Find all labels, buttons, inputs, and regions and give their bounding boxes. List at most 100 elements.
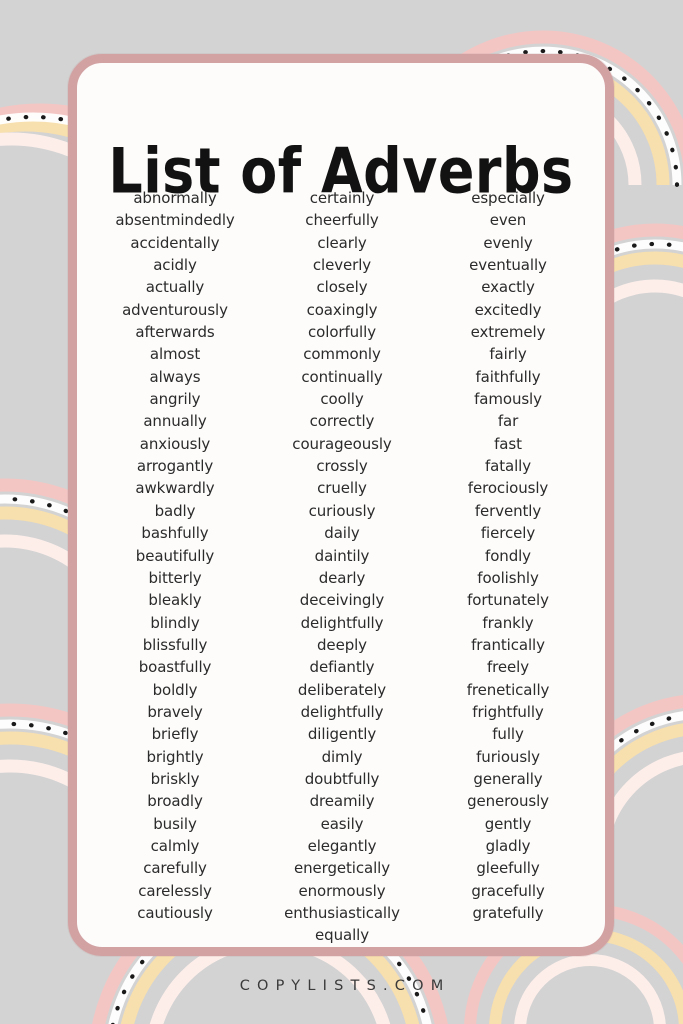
adverb-item: badly (154, 501, 196, 520)
adverb-item: doubtfully (304, 769, 380, 788)
adverb-item: almost (149, 345, 201, 364)
adverb-item: carelessly (138, 881, 212, 900)
adverb-item: abnormally (133, 189, 217, 207)
adverb-item: cruelly (317, 479, 367, 498)
adverb-item: generally (473, 769, 543, 788)
adverb-item: cautiously (137, 904, 213, 922)
adverb-item: especially (471, 189, 545, 207)
adverb-item: certainly (309, 189, 375, 207)
adverb-item: arrogantly (136, 457, 214, 476)
adverb-item: blissfully (142, 635, 208, 654)
adverb-item: fast (494, 434, 522, 453)
adverb-item: ferociously (467, 479, 549, 498)
adverb-item: coaxingly (306, 300, 378, 319)
adverb-item: bravely (147, 702, 203, 721)
adverb-item: briskly (150, 769, 200, 788)
adverb-item: fervently (474, 501, 542, 520)
adverb-item: gladly (485, 836, 531, 855)
adverb-item: closely (316, 278, 368, 297)
adverb-column-2: certainly cheerfully clearly cleverly closel… (256, 187, 428, 947)
adverb-item: deceivingly (299, 591, 385, 610)
adverb-item: excitedly (474, 300, 542, 319)
adverb-item: gleefully (476, 859, 540, 878)
adverb-item: even (489, 211, 527, 230)
adverb-item: enthusiastically (284, 904, 400, 922)
adverb-item: dearly (318, 568, 366, 587)
adverb-item: elegantly (307, 836, 377, 855)
list-card: List of Adverbs abnormally absentmindedly… (68, 54, 614, 956)
adverb-item: adventurously (122, 300, 228, 319)
adverb-item: bitterly (148, 568, 202, 587)
adverb-item: coolly (320, 390, 364, 409)
adverb-item: accidentally (130, 233, 220, 252)
adverb-item: frankly (482, 613, 534, 632)
adverb-item: diligently (307, 725, 377, 744)
adverb-item: clearly (317, 233, 367, 252)
adverb-item: eventually (469, 256, 547, 275)
adverb-item: bleakly (148, 591, 202, 610)
adverb-item: extremely (470, 323, 546, 342)
adverb-item: deeply (317, 635, 367, 654)
adverb-item: cleverly (312, 256, 372, 275)
adverb-item: brightly (146, 747, 204, 766)
adverb-item: equally (315, 926, 369, 945)
adverb-item: continually (301, 367, 383, 386)
adverb-item: curiously (308, 501, 376, 520)
adverb-item: exactly (481, 278, 535, 297)
adverb-item: furiously (476, 747, 540, 766)
adverb-item: gratefully (472, 904, 544, 922)
adverb-item: annually (143, 412, 207, 431)
adverb-item: dreamily (309, 792, 375, 811)
adverb-item: frenetically (466, 680, 550, 699)
adverb-item: broadly (147, 792, 203, 811)
adverb-item: commonly (303, 345, 381, 364)
site-footer: COPYLISTS.COM (239, 978, 451, 994)
adverb-item: daily (324, 524, 360, 543)
adverb-item: absentmindedly (115, 211, 235, 230)
adverb-item: briefly (151, 725, 199, 744)
adverb-item: far (497, 412, 519, 431)
adverb-item: courageously (292, 434, 392, 453)
adverb-item: beautifully (135, 546, 215, 565)
adverb-item: awkwardly (135, 479, 215, 498)
adverb-item: generously (467, 792, 549, 811)
adverb-item: frightfully (472, 702, 544, 721)
adverb-item: fully (492, 725, 524, 744)
adverb-item: boldly (152, 680, 198, 699)
adverb-item: faithfully (475, 367, 541, 386)
adverb-item: bashfully (141, 524, 209, 543)
adverb-item: busily (153, 814, 197, 833)
adverb-item: deliberately (297, 680, 387, 699)
adverb-item: famously (474, 390, 542, 409)
adverb-item: colorfully (308, 323, 376, 342)
adverb-item: evenly (483, 233, 533, 252)
adverb-item: carefully (143, 859, 207, 878)
adverb-columns: abnormally absentmindedly accidentally acid… (77, 187, 605, 947)
adverb-item: daintily (314, 546, 370, 565)
adverb-item: actually (145, 278, 205, 297)
adverb-item: delightfully (300, 613, 384, 632)
adverb-item: always (149, 367, 201, 386)
adverb-item: boastfully (138, 658, 212, 677)
adverb-item: defiantly (309, 658, 375, 677)
adverb-item: easily (320, 814, 364, 833)
adverb-item: enormously (298, 881, 386, 900)
adverb-item: blindly (150, 613, 200, 632)
adverb-item: correctly (309, 412, 375, 431)
adverb-item: fatally (484, 457, 532, 476)
adverb-item: fondly (485, 546, 531, 565)
adverb-item: dimly (321, 747, 363, 766)
adverb-item: freely (486, 658, 530, 677)
adverb-item: cheerfully (305, 211, 379, 230)
adverb-item: frantically (471, 635, 545, 654)
adverb-item: foolishly (477, 568, 539, 587)
adverb-column-3: especially even evenly eventually exactly exc… (428, 187, 588, 924)
adverb-item: delightfully (300, 702, 384, 721)
adverb-item: acidly (153, 256, 197, 275)
adverb-item: crossly (316, 457, 368, 476)
adverb-item: fairly (489, 345, 527, 364)
adverb-item: angrily (149, 390, 201, 409)
adverb-item: gracefully (471, 881, 545, 900)
adverb-item: afterwards (135, 323, 215, 342)
adverb-item: fortunately (467, 591, 549, 610)
